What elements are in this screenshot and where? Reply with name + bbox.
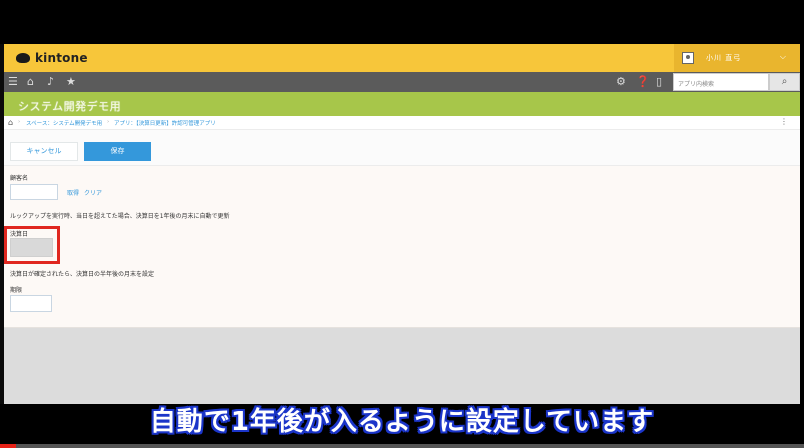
help-icon[interactable]: ❓: [636, 75, 650, 89]
period-label: 期限: [10, 287, 23, 294]
customer-label: 顧客名: [10, 175, 29, 182]
save-button[interactable]: 保存: [84, 142, 151, 161]
cancel-button[interactable]: キャンセル: [10, 142, 78, 161]
bell-icon[interactable]: ♪: [47, 75, 54, 89]
highlight-box: [4, 226, 60, 264]
star-icon[interactable]: ★: [66, 75, 76, 89]
more-options-icon[interactable]: ⋮: [780, 117, 788, 126]
search-icon[interactable]: ⌕: [769, 73, 800, 91]
kintone-header: kintone 小川 直弓 ⌵: [4, 44, 800, 72]
video-frame: kintone 小川 直弓 ⌵ ☰ ⌂ ♪ ★ ⚙ ❓ ▯ アプリ内検索 ⌕ シ…: [0, 0, 804, 448]
record-form: 顧客名 取得 クリア ルックアップを実行時、当日を超えてた場合、決算日を1年後の…: [4, 166, 800, 328]
app-title: システム開発デモ用: [18, 100, 122, 113]
video-progress-fill: [0, 444, 17, 448]
user-menu[interactable]: 小川 直弓 ⌵: [674, 44, 800, 72]
hamburger-icon[interactable]: ☰: [8, 75, 18, 89]
edit-toolbar: キャンセル 保存: [4, 130, 800, 166]
home-icon[interactable]: ⌂: [27, 75, 34, 89]
gear-icon[interactable]: ⚙: [616, 75, 626, 89]
home-icon[interactable]: ⌂: [8, 118, 13, 127]
lookup-note: ルックアップを実行時、当日を超えてた場合、決算日を1年後の月末に自動で更新: [10, 213, 230, 220]
settlement-note: 決算日が確定されたら、決算日の半年後の月末を設定: [10, 271, 155, 278]
clear-link[interactable]: クリア: [84, 188, 102, 197]
mobile-icon[interactable]: ▯: [656, 75, 662, 89]
breadcrumb-app[interactable]: アプリ：【決算日更新】許認可管理アプリ: [114, 119, 216, 127]
video-progress-bar[interactable]: [0, 444, 804, 448]
logo-text: kintone: [35, 51, 88, 65]
breadcrumb-space[interactable]: スペース：システム開発デモ用: [26, 119, 102, 127]
empty-area: [4, 328, 800, 404]
search-input[interactable]: アプリ内検索: [673, 73, 769, 91]
kintone-logo-icon: [16, 53, 30, 63]
customer-input[interactable]: [10, 184, 58, 200]
video-subtitle: 自動で1年後が入るように設定しています: [149, 407, 655, 437]
app-title-bar: システム開発デモ用: [4, 92, 800, 116]
breadcrumb-separator: ›: [107, 119, 110, 125]
avatar-icon: [682, 52, 694, 64]
chevron-down-icon: ⌵: [779, 52, 786, 61]
user-name: 小川 直弓: [706, 54, 742, 62]
kintone-logo[interactable]: kintone: [16, 51, 88, 65]
period-input[interactable]: [10, 295, 52, 312]
breadcrumb: ⌂ › スペース：システム開発デモ用 › アプリ：【決算日更新】許認可管理アプリ…: [4, 116, 800, 130]
fetch-link[interactable]: 取得: [67, 188, 79, 197]
browser-screen: kintone 小川 直弓 ⌵ ☰ ⌂ ♪ ★ ⚙ ❓ ▯ アプリ内検索 ⌕ シ…: [4, 44, 800, 404]
breadcrumb-separator: ›: [18, 119, 21, 125]
